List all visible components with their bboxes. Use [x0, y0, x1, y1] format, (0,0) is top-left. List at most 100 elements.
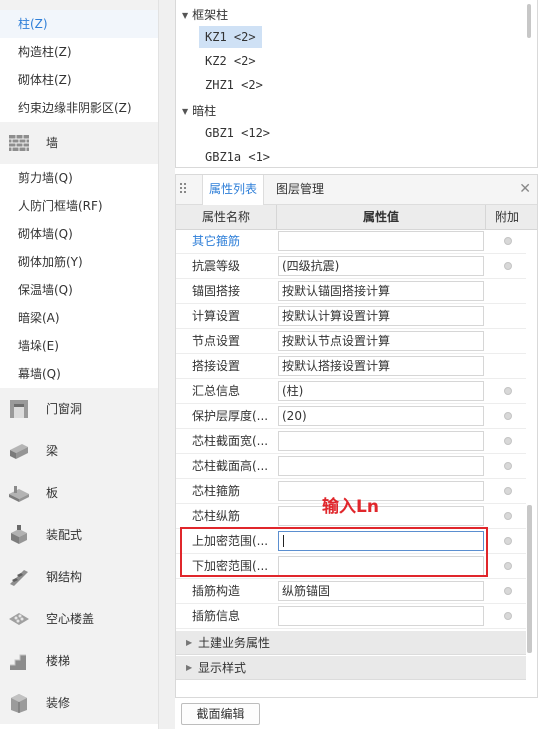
panel-gap: [159, 0, 175, 729]
property-value-input[interactable]: [278, 231, 484, 251]
collapse-triangle-icon[interactable]: ▼: [182, 11, 188, 20]
nav-item-shear-wall[interactable]: 剪力墙(Q): [0, 164, 158, 192]
drag-grip-icon[interactable]: [180, 183, 188, 195]
property-value-text: 按默认节点设置计算: [282, 334, 391, 348]
property-value-input[interactable]: (20): [278, 406, 484, 426]
tree-scrollbar[interactable]: [527, 4, 531, 38]
property-name: 芯柱截面宽(...: [192, 434, 269, 448]
extra-radio-icon[interactable]: [504, 587, 512, 595]
property-value-input[interactable]: 按默认锚固搭接计算: [278, 281, 484, 301]
property-section[interactable]: ▶ 显示样式: [176, 656, 526, 680]
expand-triangle-icon[interactable]: ▶: [186, 656, 192, 680]
nav-category-label: 墙: [46, 136, 59, 150]
nav-item-masonry-column[interactable]: 砌体柱(Z): [0, 66, 158, 94]
property-row[interactable]: 保护层厚度(... (20): [176, 404, 526, 429]
expand-triangle-icon[interactable]: ▶: [186, 631, 192, 655]
property-row[interactable]: 插筋信息: [176, 604, 526, 629]
property-name: 节点设置: [192, 334, 241, 348]
tree-node-gbz1[interactable]: GBZ1 <12>: [199, 122, 276, 144]
property-row[interactable]: 锚固搭接 按默认锚固搭接计算: [176, 279, 526, 304]
annotation-text: 输入Ln: [322, 497, 379, 517]
nav-category-prefab[interactable]: 装配式: [0, 514, 158, 556]
nav-item-hidden-beam[interactable]: 暗梁(A): [0, 304, 158, 332]
nav-category-label: 装修: [46, 696, 71, 710]
nav-item-masonry-wall[interactable]: 砌体墙(Q): [0, 220, 158, 248]
nav-item-civil-defense-wall[interactable]: 人防门框墙(RF): [0, 192, 158, 220]
nav-item-masonry-rebar[interactable]: 砌体加筋(Y): [0, 248, 158, 276]
property-section[interactable]: ▶ 土建业务属性: [176, 631, 526, 655]
tree-group-label: 暗柱: [192, 104, 217, 118]
property-value-input[interactable]: [278, 431, 484, 451]
nav-category-steel-structure[interactable]: 钢结构: [0, 556, 158, 598]
nav-category-beam[interactable]: 梁: [0, 430, 158, 472]
stairs-icon: [10, 654, 26, 670]
property-row[interactable]: 芯柱截面高(...: [176, 454, 526, 479]
property-value-input[interactable]: [278, 481, 484, 501]
property-row[interactable]: 抗震等级 (四级抗震): [176, 254, 526, 279]
extra-radio-icon[interactable]: [504, 262, 512, 270]
tree-node-kz1[interactable]: KZ1 <2>: [199, 26, 262, 48]
property-value-input[interactable]: 纵筋锚固: [278, 581, 484, 601]
tree-node-gbz1a[interactable]: GBZ1a <1>: [199, 146, 276, 168]
nav-category-label: 装配式: [46, 528, 83, 542]
property-row[interactable]: 汇总信息 (柱): [176, 379, 526, 404]
property-value-input[interactable]: [278, 606, 484, 626]
close-icon[interactable]: ✕: [519, 181, 531, 197]
property-value-text: (20): [282, 409, 307, 423]
nav-item-construction-column[interactable]: 构造柱(Z): [0, 38, 158, 66]
nav-category-label: 楼梯: [46, 654, 71, 668]
column-header-value: 属性值: [276, 205, 486, 229]
extra-radio-icon[interactable]: [504, 537, 512, 545]
nav-category-stairs[interactable]: 楼梯: [0, 640, 158, 682]
steel-structure-icon: [10, 570, 28, 586]
tree-group-hidden-column[interactable]: ▼ 暗柱: [182, 102, 216, 119]
property-value-input[interactable]: 按默认节点设置计算: [278, 331, 484, 351]
property-row[interactable]: 计算设置 按默认计算设置计算: [176, 304, 526, 329]
extra-radio-icon[interactable]: [504, 612, 512, 620]
slab-icon: [9, 486, 29, 502]
property-scrollbar[interactable]: [527, 505, 532, 653]
extra-radio-icon[interactable]: [504, 462, 512, 470]
nav-item-insulation-wall[interactable]: 保温墙(Q): [0, 276, 158, 304]
extra-radio-icon[interactable]: [504, 237, 512, 245]
property-name: 芯柱截面高(...: [192, 459, 269, 473]
section-edit-button[interactable]: 截面编辑: [181, 703, 260, 725]
property-value-input[interactable]: 按默认搭接设置计算: [278, 356, 484, 376]
nav-item-column[interactable]: 柱(Z): [0, 10, 158, 38]
tab-property-list[interactable]: 属性列表: [202, 175, 265, 205]
tree-group-label: 框架柱: [192, 8, 229, 22]
tree-node-zhz1[interactable]: ZHZ1 <2>: [199, 74, 269, 96]
tab-layer-management[interactable]: 图层管理: [270, 175, 330, 204]
highlight-box: [180, 527, 488, 577]
collapse-triangle-icon[interactable]: ▼: [182, 107, 188, 116]
nav-category-hollow-floor[interactable]: 空心楼盖: [0, 598, 158, 640]
nav-category-slab[interactable]: 板: [0, 472, 158, 514]
extra-radio-icon[interactable]: [504, 487, 512, 495]
extra-radio-icon[interactable]: [504, 562, 512, 570]
extra-radio-icon[interactable]: [504, 412, 512, 420]
property-row[interactable]: 节点设置 按默认节点设置计算: [176, 329, 526, 354]
nav-category-door-window[interactable]: 门窗洞: [0, 388, 158, 430]
extra-radio-icon[interactable]: [504, 437, 512, 445]
property-value-input[interactable]: 按默认计算设置计算: [278, 306, 484, 326]
property-value-input[interactable]: (四级抗震): [278, 256, 484, 276]
property-value-input[interactable]: [278, 506, 484, 526]
nav-item-edge-non-shadow[interactable]: 约束边缘非阴影区(Z): [0, 94, 158, 122]
nav-category-wall[interactable]: 墙: [0, 122, 158, 164]
property-row[interactable]: 芯柱截面宽(...: [176, 429, 526, 454]
tree-group-frame-column[interactable]: ▼ 框架柱: [182, 6, 228, 23]
nav-category-decoration[interactable]: 装修: [0, 682, 158, 724]
nav-category-label: 空心楼盖: [46, 612, 95, 626]
property-name: 芯柱箍筋: [192, 484, 241, 498]
extra-radio-icon[interactable]: [504, 512, 512, 520]
nav-item-wall-pier[interactable]: 墙垛(E): [0, 332, 158, 360]
nav-item-curtain-wall[interactable]: 幕墙(Q): [0, 360, 158, 388]
extra-radio-icon[interactable]: [504, 387, 512, 395]
nav-category-label: 钢结构: [46, 570, 83, 584]
property-value-input[interactable]: [278, 456, 484, 476]
property-row[interactable]: 搭接设置 按默认搭接设置计算: [176, 354, 526, 379]
property-value-input[interactable]: (柱): [278, 381, 484, 401]
property-row[interactable]: 其它箍筋: [176, 229, 526, 254]
property-row[interactable]: 插筋构造 纵筋锚固: [176, 579, 526, 604]
tree-node-kz2[interactable]: KZ2 <2>: [199, 50, 262, 72]
